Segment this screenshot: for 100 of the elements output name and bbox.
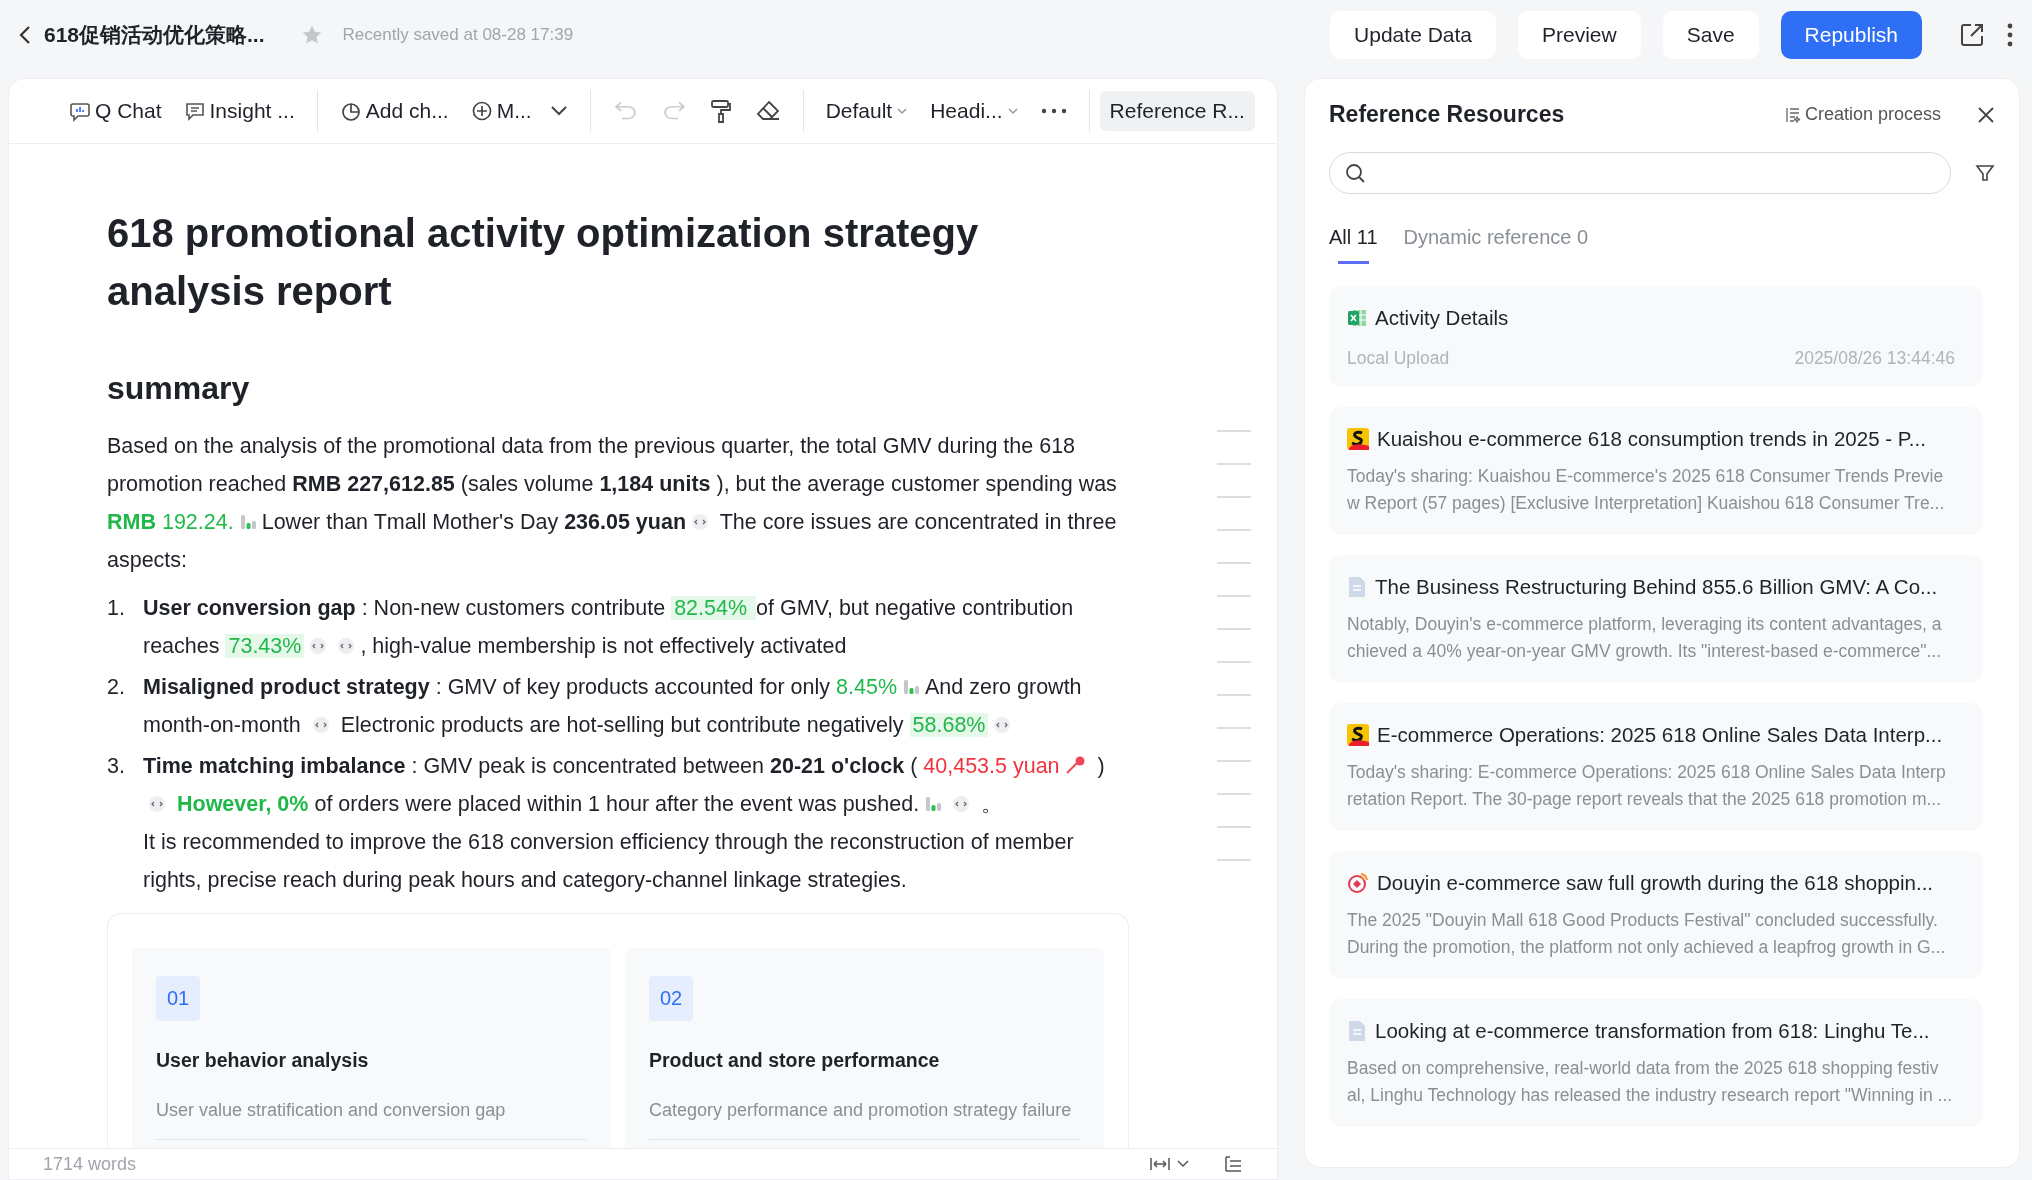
section-heading: summary (107, 370, 251, 407)
section-card[interactable]: 02 Product and store performance Category performance and promotion strategy failure (625, 948, 1104, 1148)
style-dropdown[interactable]: Default (825, 99, 909, 123)
citation-icon[interactable] (148, 795, 166, 813)
document-icon (1347, 1020, 1367, 1042)
citation-icon[interactable] (691, 513, 710, 531)
citation-icon[interactable] (952, 795, 971, 813)
bar-chart-icon[interactable] (902, 678, 920, 696)
reference-summary: Today's sharing: E-commerce Operations: 2025 618 Online Sales Data Interp retation Report. The 30-page report reveals that the 2025 618 promotion m... (1347, 761, 1947, 811)
toolbar-button[interactable]: M... (470, 99, 568, 123)
reference-card[interactable] (1329, 851, 1983, 979)
plus-icon (470, 100, 493, 122)
list-icon (1784, 105, 1801, 124)
reference-title: Douyin e-commerce saw full growth during the 618 shoppin... (1377, 871, 1934, 895)
message-icon (183, 100, 206, 122)
outline-marker[interactable] (1217, 661, 1251, 663)
outline-marker[interactable] (1217, 826, 1251, 828)
card-title: User behavior analysis (156, 1049, 369, 1072)
reference-date: 2025/08/26 13:44:46 (1794, 348, 1955, 369)
caret-icon (896, 107, 909, 115)
outline-marker[interactable] (1217, 529, 1251, 531)
reference-toggle[interactable]: Reference R... (1099, 91, 1255, 131)
card-number: 02 (649, 976, 694, 1021)
star-icon[interactable] (300, 24, 323, 46)
source-logo-icon (1347, 872, 1369, 894)
header-button[interactable]: Republish (1780, 11, 1922, 59)
toolbar-button[interactable]: Insight ... (183, 99, 295, 123)
reference-summary: Today's sharing: Kuaishou E-commerce's 2025 618 Consumer Trends Previe w Report (57 pages) [Exclusive Interpretation] Kuaishou 618 Consumer Tre... (1347, 465, 1946, 515)
outline-marker[interactable] (1217, 463, 1251, 465)
header-button[interactable]: Update Data (1330, 11, 1496, 59)
list-number: 2. (107, 674, 126, 701)
eraser-icon[interactable] (754, 99, 781, 123)
reference-card[interactable]: Activity Details Local Upload 2025/08/26 13:44:46 (1329, 286, 1983, 387)
reference-title: Looking at e-commerce transformation from 618: Linghu Te... (1375, 1019, 1930, 1043)
document-icon (1347, 576, 1367, 598)
outline-icon[interactable] (1223, 1155, 1243, 1173)
outline-marker[interactable] (1217, 562, 1251, 564)
list-number: 3. (107, 753, 126, 780)
panel-tab[interactable]: All 11 (1329, 220, 1378, 264)
filter-icon[interactable] (1975, 163, 1995, 183)
outline-marker[interactable] (1217, 595, 1251, 597)
card-subtitle: Category performance and promotion strategy failure (649, 1100, 1080, 1140)
panel-title: Reference Resources (1329, 101, 1566, 128)
reference-origin: Local Upload (1347, 348, 1450, 369)
close-icon[interactable] (1977, 105, 1995, 124)
outline-marker[interactable] (1217, 793, 1251, 795)
reference-title: Kuaishou e-commerce 618 consumption trends in 2025 - P... (1377, 427, 1926, 451)
pin-icon[interactable] (1064, 755, 1087, 775)
list-item-text: Misaligned product strategy : GMV of key products accounted for only 8.45% And zero growth month-on-month Electronic products are hot-selling but contribute negatively 58.68% (143, 674, 1083, 739)
reference-card[interactable] (1329, 407, 1983, 535)
reference-card[interactable] (1329, 555, 1983, 683)
citation-icon[interactable] (309, 637, 328, 655)
outline-marker[interactable] (1217, 760, 1251, 762)
list-item-text: Time matching imbalance : GMV peak is concentrated between 20-21 o'clock ( 40,453.5 yuan ) However, 0% of orders were placed within 1 hour after the event was pushed. 。 (143, 753, 1106, 818)
back-icon[interactable] (18, 24, 32, 46)
word-count: 1714 words (43, 1153, 137, 1175)
outline-marker[interactable] (1217, 727, 1251, 729)
header-button[interactable]: Preview (1518, 11, 1641, 59)
caret-icon (1006, 107, 1019, 115)
reference-title: The Business Restructuring Behind 855.6 Billion GMV: A Co... (1375, 575, 1938, 599)
bar-chart-icon[interactable] (238, 513, 257, 531)
section-card[interactable]: 01 User behavior analysis User value stratification and conversion gap (132, 948, 611, 1148)
list-number: 1. (107, 595, 126, 622)
toolbar-button[interactable]: Q Chat (69, 99, 162, 123)
style-dropdown[interactable]: Headi... (930, 99, 1019, 123)
toolbar-button[interactable]: Add ch... (339, 99, 449, 123)
source-logo-icon (1347, 428, 1369, 450)
citation-icon[interactable] (993, 716, 1012, 734)
reference-title: E-commerce Operations: 2025 618 Online Sales Data Interp... (1377, 723, 1943, 747)
outline-marker[interactable] (1217, 628, 1251, 630)
summary-paragraph: Based on the analysis of the promotional data from the previous quarter, the total GMV during the 618 promotion reached RMB 227,612.85 (sales volume 1,184 units ), but the average customer spending was RMB 192.24. Lower than Tmall Mother's Day 236.05 yuan The core issues are concentrated in three aspects: (107, 433, 1118, 574)
pie-chart-icon (339, 100, 362, 122)
document-title: 618促销活动优化策略... (44, 22, 265, 48)
caret-icon (549, 105, 568, 117)
reference-title: Activity Details (1375, 306, 1509, 330)
report-title: 618 promotional activity optimization strategy analysis report (107, 210, 980, 315)
list-item-text: User conversion gap : Non-new customers contribute 82.54% of GMV, but negative contribution reaches 73.43% , high-value membership is not effectively activated (143, 595, 1075, 660)
more-icon[interactable] (1040, 108, 1067, 114)
outline-marker[interactable] (1217, 859, 1251, 861)
outline-marker[interactable] (1217, 496, 1251, 498)
card-subtitle: User value stratification and conversion gap (156, 1100, 587, 1140)
outline-marker[interactable] (1217, 694, 1251, 696)
outline-marker[interactable] (1217, 430, 1251, 432)
creation-process-link[interactable]: Creation process (1784, 104, 1941, 125)
reference-card[interactable] (1329, 999, 1983, 1127)
save-status: Recently saved at 08-28 17:39 (342, 25, 574, 45)
card-number: 01 (156, 976, 201, 1021)
share-icon[interactable] (1958, 21, 1986, 49)
card-title: Product and store performance (649, 1049, 940, 1072)
citation-icon[interactable] (337, 637, 356, 655)
paint-roller-icon[interactable] (708, 98, 733, 124)
search-icon (1344, 162, 1366, 184)
source-logo-icon (1347, 724, 1369, 746)
reference-summary: Notably, Douyin's e-commerce platform, leveraging its content advantages, a chieved a 40% year-on-year GMV growth. Its "interest-based e-commerce"... (1347, 613, 1943, 663)
bar-chart-icon[interactable] (924, 795, 943, 813)
reference-card[interactable] (1329, 703, 1983, 831)
more-icon[interactable] (2006, 22, 2014, 48)
recommendation-text: It is recommended to improve the 618 conversion efficiency through the reconstruction of member rights, precise reach during peak hours and category-channel linkage strategies. (143, 829, 1075, 894)
header-button[interactable]: Save (1662, 11, 1759, 59)
citation-icon[interactable] (311, 716, 330, 734)
